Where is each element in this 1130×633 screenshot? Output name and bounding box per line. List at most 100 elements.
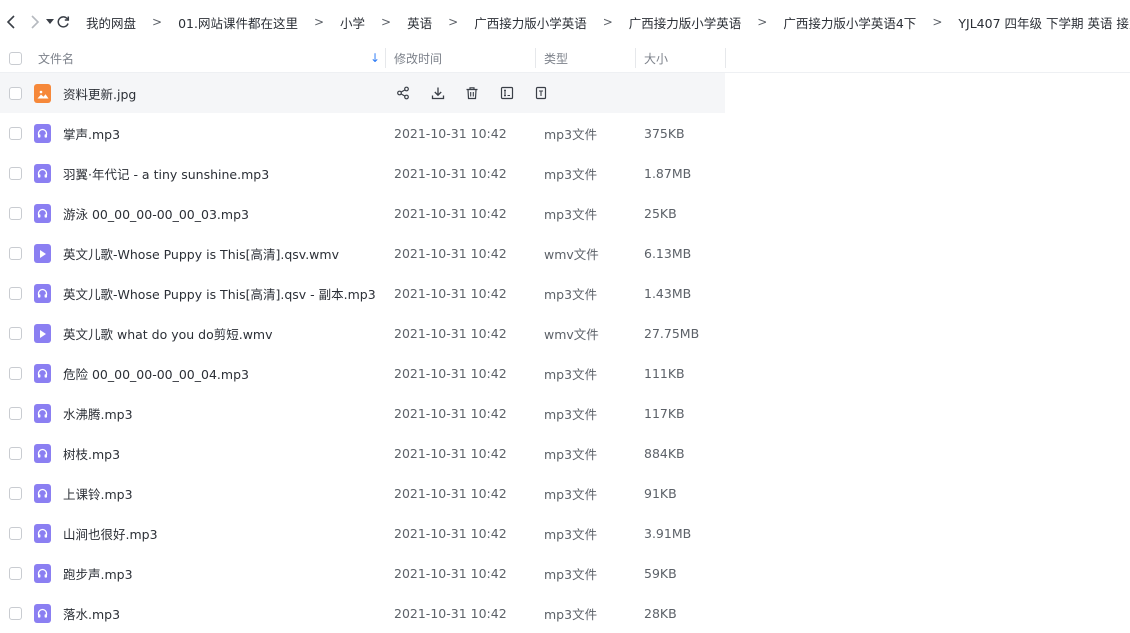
file-row[interactable]: 掌声.mp3 2021-10-31 10:42 mp3文件 375KB xyxy=(0,113,1130,153)
breadcrumb-item[interactable]: 我的网盘 xyxy=(84,13,138,32)
select-all-checkbox[interactable] xyxy=(9,52,22,65)
row-checkbox[interactable] xyxy=(9,407,22,420)
row-checkbox[interactable] xyxy=(9,247,22,260)
file-name[interactable]: 资料更新.jpg xyxy=(63,73,136,113)
file-name[interactable]: 上课铃.mp3 xyxy=(63,473,133,513)
chevron-right-icon xyxy=(31,15,40,29)
breadcrumb-item[interactable]: 小学 xyxy=(338,13,367,32)
file-modified-time: 2021-10-31 10:42 xyxy=(394,565,507,581)
audio-file-icon xyxy=(34,164,51,183)
file-modified-time: 2021-10-31 10:42 xyxy=(394,605,507,621)
row-checkbox[interactable] xyxy=(9,327,22,340)
column-header-type[interactable]: 类型 xyxy=(544,44,568,72)
file-row[interactable]: 跑步声.mp3 2021-10-31 10:42 mp3文件 59KB xyxy=(0,553,1130,593)
file-name[interactable]: 英文儿歌-Whose Puppy is This[高清].qsv.wmv xyxy=(63,233,339,273)
file-size: 6.13MB xyxy=(644,245,692,261)
row-checkbox[interactable] xyxy=(9,487,22,500)
file-row[interactable]: 资料更新.jpg xyxy=(0,73,725,113)
rename-button[interactable] xyxy=(499,85,515,101)
file-modified-time: 2021-10-31 10:42 xyxy=(394,405,507,421)
file-size: 3.91MB xyxy=(644,525,692,541)
file-type: mp3文件 xyxy=(544,406,598,422)
file-row[interactable]: 英文儿歌 what do you do剪短.wmv 2021-10-31 10:4… xyxy=(0,313,1130,353)
refresh-button[interactable] xyxy=(56,8,70,36)
file-type: mp3文件 xyxy=(544,166,598,182)
row-checkbox[interactable] xyxy=(9,447,22,460)
row-checkbox[interactable] xyxy=(9,167,22,180)
file-name[interactable]: 危险 00_00_00-00_00_04.mp3 xyxy=(63,353,249,393)
file-row[interactable]: 山涧也很好.mp3 2021-10-31 10:42 mp3文件 3.91MB xyxy=(0,513,1130,553)
history-dropdown-button[interactable] xyxy=(46,8,54,36)
file-type: mp3文件 xyxy=(544,526,598,542)
file-row[interactable]: 落水.mp3 2021-10-31 10:42 mp3文件 28KB xyxy=(0,593,1130,633)
breadcrumb-separator: > xyxy=(313,15,325,29)
column-header-name[interactable]: 文件名 xyxy=(38,44,74,72)
audio-file-icon xyxy=(34,604,51,623)
column-divider xyxy=(725,48,726,68)
file-name[interactable]: 羽翼·年代记 - a tiny sunshine.mp3 xyxy=(63,153,269,193)
delete-icon xyxy=(465,86,479,100)
breadcrumb-item[interactable]: 英语 xyxy=(405,13,434,32)
more-button[interactable] xyxy=(533,85,549,101)
column-header-size[interactable]: 大小 xyxy=(644,44,668,72)
file-row[interactable]: 危险 00_00_00-00_00_04.mp3 2021-10-31 10:42… xyxy=(0,353,1130,393)
row-checkbox[interactable] xyxy=(9,367,22,380)
delete-button[interactable] xyxy=(464,85,480,101)
breadcrumb-item[interactable]: YJL407 四年级 下学期 英语 接力出版社 素材 xyxy=(956,13,1130,32)
row-checkbox[interactable] xyxy=(9,567,22,580)
file-type: mp3文件 xyxy=(544,206,598,222)
file-row[interactable]: 水沸腾.mp3 2021-10-31 10:42 mp3文件 117KB xyxy=(0,393,1130,433)
breadcrumb-item[interactable]: 广西接力版小学英语 xyxy=(627,13,744,32)
file-name[interactable]: 落水.mp3 xyxy=(63,593,120,633)
breadcrumb-item[interactable]: 01.网站课件都在这里 xyxy=(176,13,300,32)
file-list-header: 文件名 ↓ 修改时间 类型 大小 xyxy=(0,44,1130,73)
row-checkbox[interactable] xyxy=(9,607,22,620)
column-header-modified[interactable]: 修改时间 xyxy=(394,44,442,72)
row-checkbox[interactable] xyxy=(9,527,22,540)
audio-file-icon xyxy=(34,204,51,223)
file-row[interactable]: 树枝.mp3 2021-10-31 10:42 mp3文件 884KB xyxy=(0,433,1130,473)
file-modified-time: 2021-10-31 10:42 xyxy=(394,365,507,381)
file-name[interactable]: 游泳 00_00_00-00_00_03.mp3 xyxy=(63,193,249,233)
breadcrumb-separator: > xyxy=(381,15,392,29)
download-icon xyxy=(431,86,445,100)
file-row[interactable]: 游泳 00_00_00-00_00_03.mp3 2021-10-31 10:42… xyxy=(0,193,1130,233)
file-size: 884KB xyxy=(644,445,685,461)
file-name[interactable]: 树枝.mp3 xyxy=(63,433,120,473)
breadcrumb-separator: > xyxy=(757,15,768,29)
file-name[interactable]: 英文儿歌 what do you do剪短.wmv xyxy=(63,313,273,353)
breadcrumb-item[interactable]: 广西接力版小学英语 xyxy=(472,13,589,32)
column-divider xyxy=(635,48,636,68)
download-button[interactable] xyxy=(430,85,446,101)
back-button[interactable] xyxy=(6,8,16,36)
file-name[interactable]: 水沸腾.mp3 xyxy=(63,393,133,433)
file-type: mp3文件 xyxy=(544,566,598,582)
file-name[interactable]: 掌声.mp3 xyxy=(63,113,120,153)
file-modified-time: 2021-10-31 10:42 xyxy=(394,325,507,341)
file-row[interactable]: 英文儿歌-Whose Puppy is This[高清].qsv.wmv 2021… xyxy=(0,233,1130,273)
breadcrumb: 我的网盘 >01.网站课件都在这里 > 小学 > 英语 > 广西接力版小学英语 > 广西接力版小学… xyxy=(84,13,1130,32)
file-name[interactable]: 跑步声.mp3 xyxy=(63,553,133,593)
file-row[interactable]: 羽翼·年代记 - a tiny sunshine.mp3 2021-10-31 1… xyxy=(0,153,1130,193)
file-name[interactable]: 英文儿歌-Whose Puppy is This[高清].qsv - 副本.mp… xyxy=(63,273,376,313)
file-row[interactable]: 上课铃.mp3 2021-10-31 10:42 mp3文件 91KB xyxy=(0,473,1130,513)
row-checkbox[interactable] xyxy=(9,207,22,220)
file-modified-time: 2021-10-31 10:42 xyxy=(394,285,507,301)
row-checkbox[interactable] xyxy=(9,287,22,300)
sort-descending-icon[interactable]: ↓ xyxy=(370,44,380,72)
audio-file-icon xyxy=(34,524,51,543)
file-modified-time: 2021-10-31 10:42 xyxy=(394,525,507,541)
file-name[interactable]: 山涧也很好.mp3 xyxy=(63,513,158,553)
share-button[interactable] xyxy=(395,85,411,101)
breadcrumb-item[interactable]: 广西接力版小学英语4下 xyxy=(781,13,918,32)
file-type: mp3文件 xyxy=(544,126,598,142)
image-file-icon xyxy=(34,84,51,103)
row-checkbox[interactable] xyxy=(9,87,22,100)
file-row[interactable]: 英文儿歌-Whose Puppy is This[高清].qsv - 副本.mp… xyxy=(0,273,1130,313)
audio-file-icon xyxy=(34,564,51,583)
row-checkbox[interactable] xyxy=(9,127,22,140)
forward-button[interactable] xyxy=(30,8,40,36)
video-file-icon xyxy=(34,244,51,263)
audio-file-icon xyxy=(34,484,51,503)
file-size: 28KB xyxy=(644,605,677,621)
